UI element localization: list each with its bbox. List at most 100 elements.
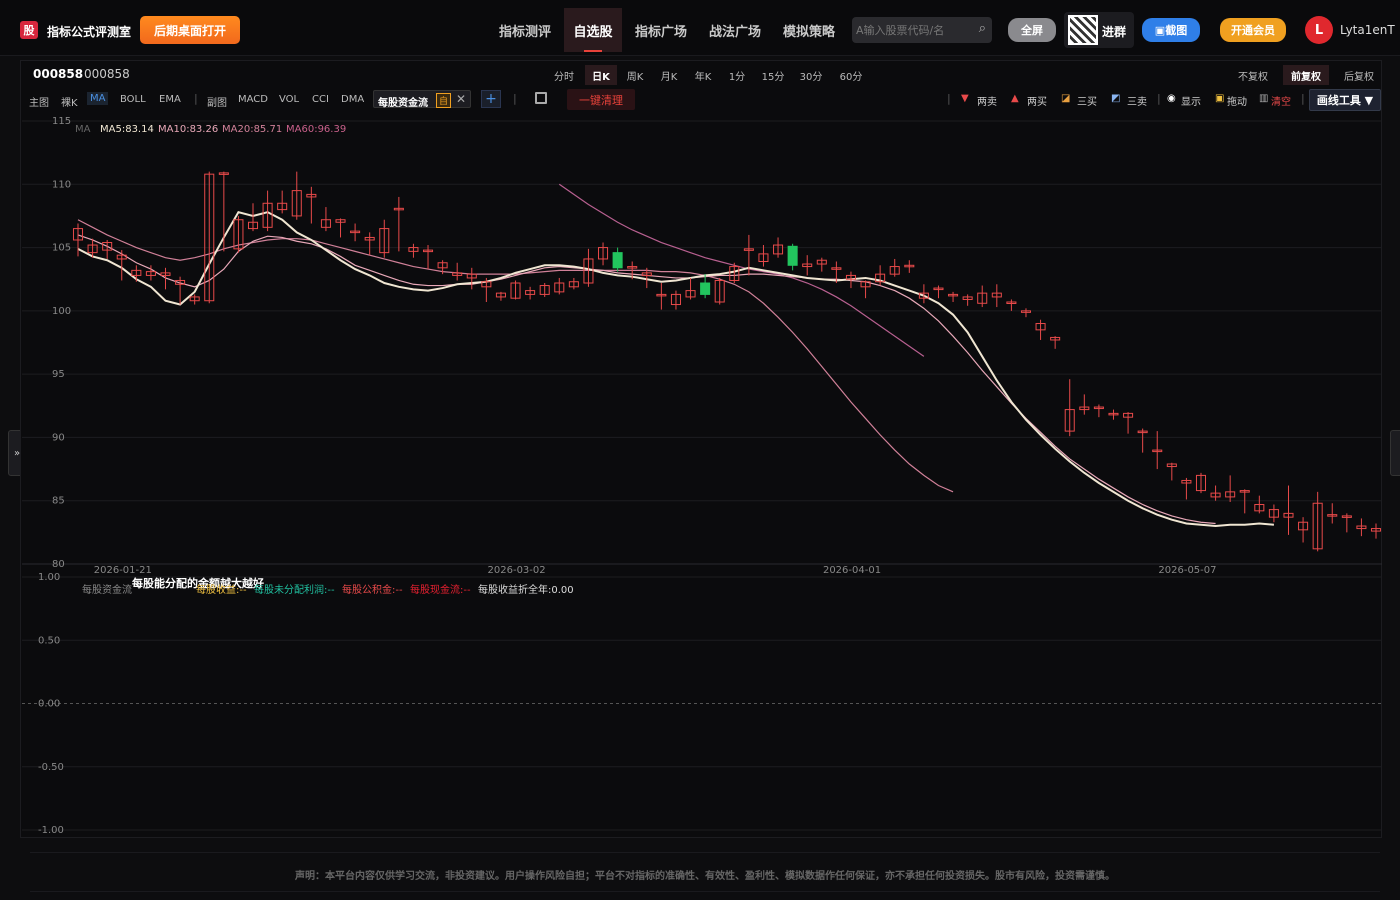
- sub-y-tick-label: 0.50: [38, 635, 60, 646]
- x-tick-label: 2026-03-02: [488, 565, 546, 576]
- candle: [481, 277, 492, 302]
- candle: [452, 262, 463, 281]
- candle: [1225, 475, 1236, 502]
- candle: [598, 242, 609, 266]
- candle: [1006, 299, 1017, 311]
- candle: [423, 245, 434, 270]
- ma-legend-label: MA: [75, 124, 91, 135]
- ma5-value: MA5:83.14: [100, 124, 154, 135]
- candle: [889, 258, 900, 277]
- candle: [1254, 495, 1265, 514]
- candle-body: [700, 282, 711, 295]
- candle: [218, 171, 229, 252]
- candle: [948, 291, 959, 302]
- candle: [539, 283, 550, 297]
- x-tick-label: 2026-04-01: [823, 565, 881, 576]
- candle: [1268, 504, 1279, 523]
- ma20-value: MA20:85.71: [222, 124, 283, 135]
- candle: [1064, 379, 1075, 437]
- candle: [291, 171, 302, 220]
- y-tick-label: 85: [52, 496, 65, 507]
- candle: [1166, 462, 1177, 481]
- candle: [525, 286, 536, 300]
- y-tick-label: 110: [52, 179, 71, 190]
- candle: [262, 190, 273, 232]
- candle: [1108, 409, 1119, 420]
- candle: [1137, 428, 1148, 453]
- candle: [379, 219, 390, 258]
- sub-y-tick-label: 0.00: [38, 699, 60, 710]
- candle: [1093, 404, 1104, 418]
- sub-y-tick-label: 1.00: [38, 572, 60, 583]
- candle: [1356, 518, 1367, 537]
- candle: [131, 265, 142, 282]
- candle: [175, 276, 186, 305]
- candle: [700, 274, 711, 299]
- candle-body: [612, 252, 623, 269]
- candle: [1370, 523, 1382, 539]
- candle: [612, 247, 623, 272]
- candle: [393, 196, 404, 252]
- disclaimer-text: 声明：本平台内容仅供学习交流，非投资建议。用户操作风险自担；平台不对指标的准确性…: [295, 871, 1115, 882]
- candle: [1035, 319, 1046, 340]
- candle: [1152, 431, 1163, 470]
- candle: [962, 294, 973, 306]
- candle: [1123, 412, 1134, 434]
- sub-legend-cashflow: 每股现金流:--: [410, 585, 471, 596]
- candle: [350, 223, 361, 242]
- y-tick-label: 115: [52, 116, 71, 127]
- sub-legend-reserve: 每股公积金:--: [342, 585, 403, 596]
- candle: [408, 243, 419, 258]
- candle: [685, 277, 696, 300]
- candle: [364, 232, 375, 256]
- candle: [1181, 477, 1192, 500]
- candle: [670, 290, 681, 310]
- y-tick-label: 95: [52, 369, 65, 380]
- ma5-line: [77, 210, 1274, 528]
- candle: [320, 207, 331, 232]
- candle: [247, 203, 259, 232]
- candle: [1210, 485, 1221, 501]
- sub-legend-eps: 每股收益:--: [196, 585, 247, 596]
- y-tick-label: 80: [52, 559, 65, 570]
- candle: [466, 267, 477, 290]
- candle: [787, 243, 798, 271]
- candle: [816, 257, 827, 272]
- sub-legend-undistributed-profit: 每股未分配利润:--: [254, 585, 335, 596]
- candle: [1327, 503, 1338, 524]
- candle: [306, 186, 317, 224]
- candle: [277, 190, 288, 214]
- candle: [1050, 336, 1061, 349]
- sub-legend-eps-annual: 每股收益折全年:0.00: [478, 585, 574, 596]
- candle: [554, 277, 565, 295]
- candle: [1020, 308, 1031, 318]
- candle: [1079, 394, 1090, 415]
- candle: [204, 171, 215, 304]
- candle-body: [787, 245, 798, 266]
- sub-legend-title: 每股资金流: [82, 585, 132, 596]
- y-tick-label: 90: [52, 432, 65, 443]
- candle: [510, 280, 521, 300]
- sub-y-tick-label: -1.00: [38, 825, 64, 836]
- candle: [977, 285, 988, 308]
- ma10-value: MA10:83.26: [158, 124, 219, 135]
- candle: [1283, 485, 1294, 535]
- candle: [335, 218, 346, 238]
- candle: [714, 277, 725, 305]
- candle: [991, 284, 1002, 308]
- candle: [1341, 513, 1352, 533]
- candle: [758, 245, 769, 267]
- candle: [1298, 517, 1309, 543]
- candle: [1195, 472, 1207, 494]
- candle: [656, 283, 667, 310]
- candle: [904, 260, 915, 273]
- candle: [933, 285, 944, 299]
- y-tick-label: 105: [52, 243, 71, 254]
- candle: [802, 255, 813, 276]
- x-tick-label: 2026-05-07: [1158, 565, 1216, 576]
- candle: [495, 291, 506, 301]
- candle: [102, 239, 113, 259]
- footer-disclaimer: 声明：本平台内容仅供学习交流，非投资建议。用户操作风险自担；平台不对指标的准确性…: [30, 852, 1380, 892]
- y-tick-label: 100: [52, 306, 71, 317]
- sub-y-tick-label: -0.50: [38, 762, 64, 773]
